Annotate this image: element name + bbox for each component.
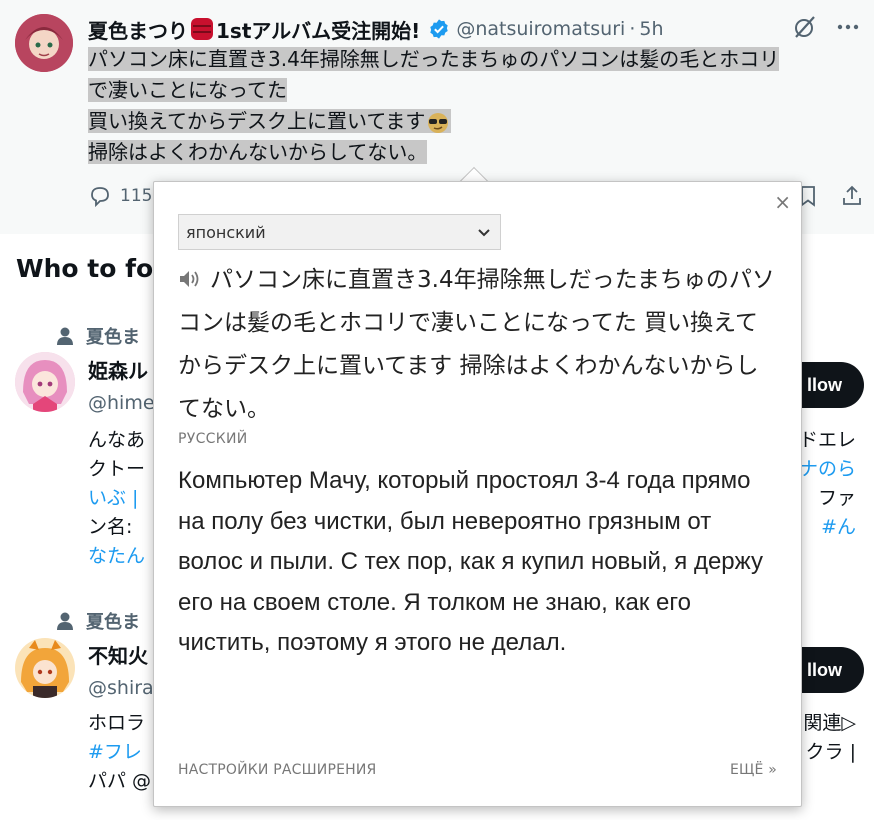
speaker-icon[interactable] [178,268,202,290]
author-name-suffix[interactable]: 1stアルバム受注開始! [216,15,420,44]
tweet-text[interactable]: パソコン床に直置き3.4年掃除無しだったまちゅのパソコンは髪の毛とホコリ で凄い… [88,44,868,168]
followed-by: 夏色ま [56,608,140,634]
verified-badge-icon [430,19,449,39]
reply-icon [91,187,109,208]
source-language-value: японский [186,222,266,242]
tweet-text-line: で凄いことになってた [88,78,287,102]
bio-line: クラ | [805,741,856,763]
tweet-header: 夏色まつり 1stアルバム受注開始! @natsuiromatsuri · 5h [88,14,664,44]
suggestion-name[interactable]: 姫森ル [88,355,148,384]
followed-by-name[interactable]: 夏色ま [86,323,140,349]
who-to-follow-title: Who to fo [16,254,154,283]
extension-settings-link[interactable]: НАСТРОЙКИ РАСШИРЕНИЯ [178,762,376,778]
person-icon [57,327,73,345]
target-language-label: РУССКИЙ [178,431,248,447]
reply-count: 115 [120,186,153,206]
source-text-content: パソコン床に直置き3.4年掃除無しだったまちゅのパソコンは髪の毛とホコリで凄いこ… [178,267,775,422]
suggestion-name[interactable]: 不知火 [88,640,148,669]
author-avatar[interactable] [15,14,73,72]
followed-by-name[interactable]: 夏色ま [86,608,140,634]
tweet-timestamp[interactable]: 5h [639,18,663,40]
tweet-right-actions [796,184,864,208]
suggestion-handle[interactable]: @shira [88,677,154,699]
suggestion-avatar[interactable] [15,352,75,412]
sunglasses-emoji-icon [428,112,449,133]
tweet-text-line: パソコン床に直置き3.4年掃除無しだったまちゅのパソコンは髪の毛とホコリ [88,47,780,71]
suggestion-avatar[interactable] [15,638,75,698]
source-language-select[interactable]: японский [178,214,501,250]
tweet-top-icons [792,14,860,40]
more-icon[interactable] [836,15,860,39]
source-text: パソコン床に直置き3.4年掃除無しだったまちゅのパソコンは髪の毛とホコリで凄いこ… [178,259,778,431]
reply-action[interactable]: 115 [88,184,152,208]
close-icon[interactable]: × [774,190,791,214]
author-handle[interactable]: @natsuiromatsuri [456,18,625,40]
tweet-text-line: 買い換えてからデスク上に置いてます [88,109,426,133]
followed-by: 夏色ま [56,323,140,349]
translate-popup: × японский パソコン床に直置き3.4年掃除無しだったまちゅのパソコンは… [153,181,802,807]
grok-slash-icon[interactable] [792,14,818,40]
person-icon [57,612,73,630]
more-link[interactable]: ЕЩЁ » [730,762,777,778]
share-icon[interactable] [840,184,864,208]
translation-text: Компьютер Мачу, который простоял 3-4 год… [178,467,763,656]
tweet-text-line: 掃除はよくわかんないからしてない。 [88,140,428,164]
bio-line: 関連▷ [803,712,856,734]
lantern-icon [191,18,213,40]
separator: · [629,18,636,40]
suggestion-handle[interactable]: @hime [88,392,155,414]
author-name[interactable]: 夏色まつり [88,15,188,44]
suggestion-bio-right: 関連▷ クラ | [803,709,856,767]
chevron-down-icon [478,229,490,237]
